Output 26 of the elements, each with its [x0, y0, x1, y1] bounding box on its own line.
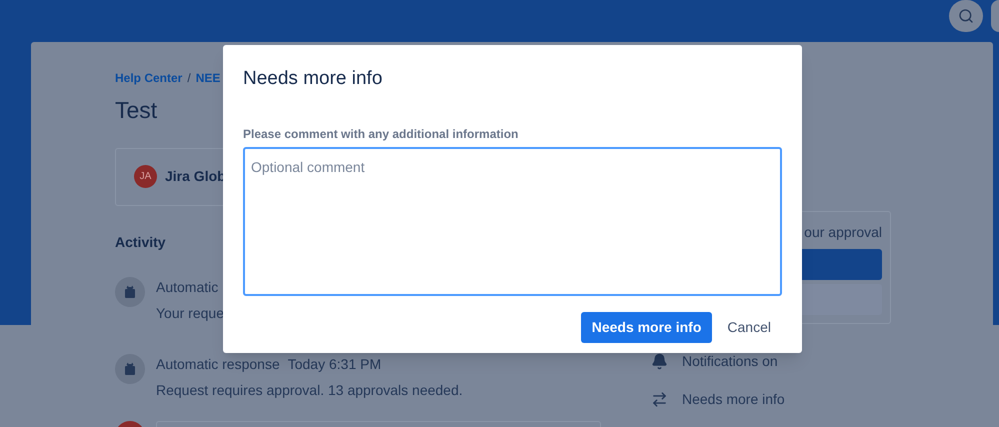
- dialog-title: Needs more info: [243, 67, 384, 91]
- activity-heading: Activity: [115, 232, 167, 252]
- search-icon: [958, 8, 974, 24]
- breadcrumb-link[interactable]: NEE: [196, 69, 220, 87]
- breadcrumb-separator: /: [187, 70, 191, 87]
- comment-textarea[interactable]: Optional comment: [243, 146, 782, 296]
- bot-avatar-icon: [115, 354, 145, 384]
- bell-icon: [651, 353, 668, 370]
- field-label: Please comment with any additional information: [243, 126, 520, 142]
- bot-avatar-icon: [115, 276, 145, 306]
- search-button[interactable]: [949, 0, 983, 32]
- breadcrumb-link[interactable]: Help Center: [115, 69, 182, 87]
- activity-text: Your reque: [156, 304, 224, 323]
- approval-text: our approval: [804, 223, 882, 242]
- arrows-icon: [651, 391, 668, 408]
- activity-text: Request requires approval. 13 approvals needed.: [156, 380, 463, 400]
- activity-time: Today 6:31 PM: [288, 354, 382, 374]
- activity-author: Automatic response: [156, 354, 280, 374]
- sidebar-action[interactable]: Notifications on: [651, 351, 891, 372]
- needs-more-info-button[interactable]: Needs more info: [580, 312, 712, 342]
- activity-author: Automatic: [156, 278, 218, 296]
- cancel-button[interactable]: Cancel: [716, 312, 782, 342]
- avatar-button[interactable]: [991, 0, 999, 32]
- request-title: Test: [115, 96, 158, 125]
- sidebar-action[interactable]: Needs more info: [651, 389, 891, 410]
- user-avatar: JA: [134, 165, 157, 188]
